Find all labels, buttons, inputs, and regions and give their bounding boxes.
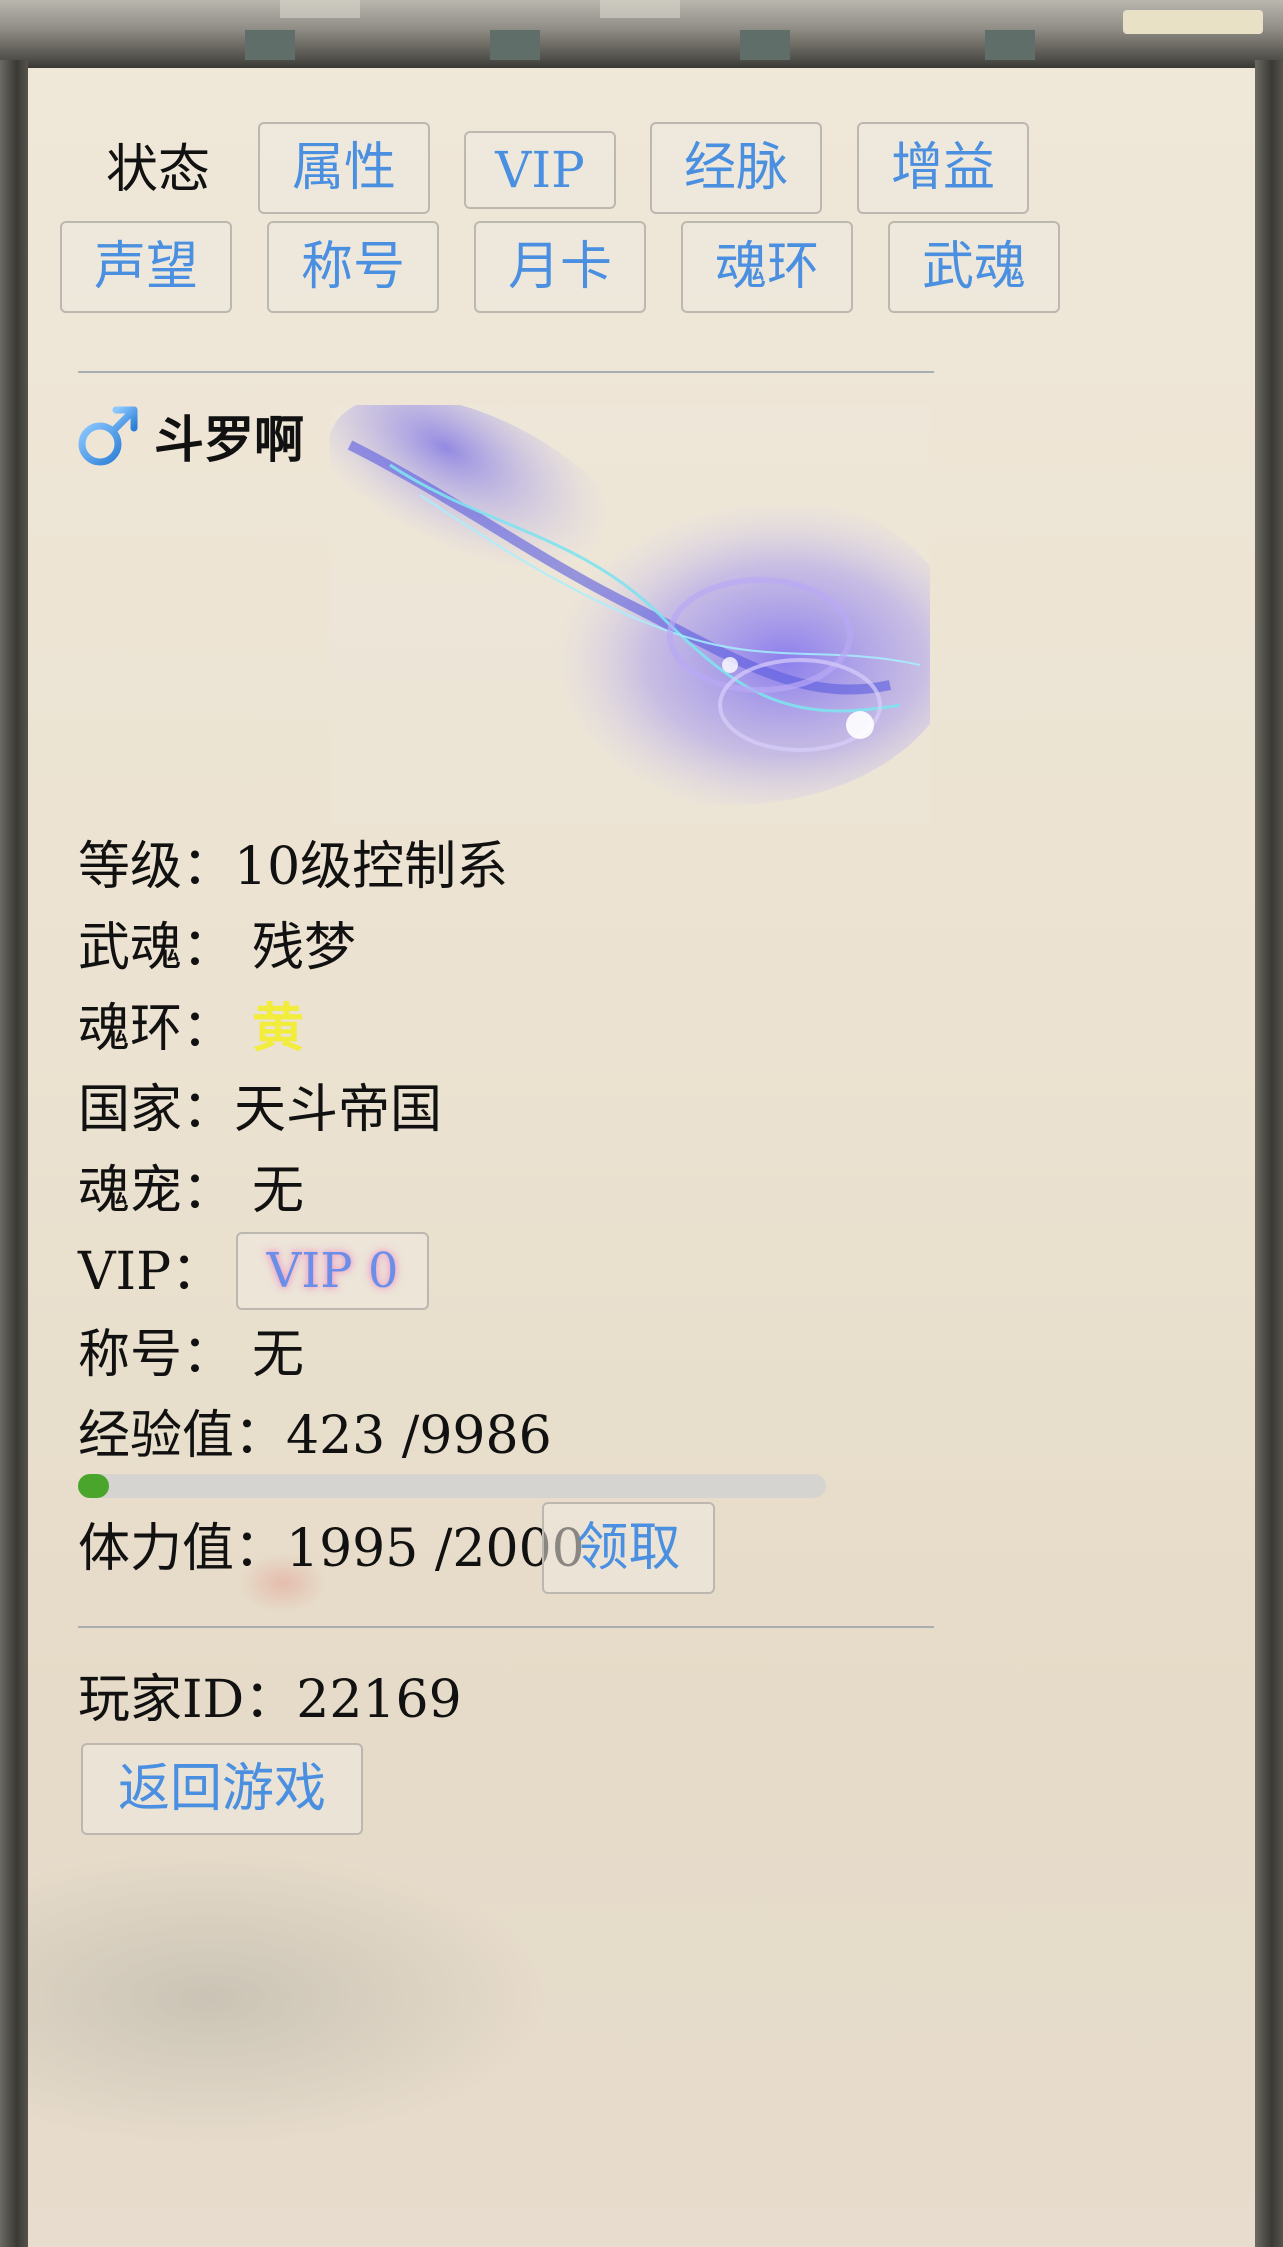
exp-row: 经验值：423 /9986 — [78, 1406, 552, 1466]
player-id-value: 22169 — [296, 1670, 462, 1730]
stamina-value: 1995 /2000 — [286, 1519, 585, 1579]
title-value: 无 — [252, 1325, 305, 1385]
player-id-row: 玩家ID：22169 — [78, 1670, 462, 1730]
vip-label: VIP： — [78, 1242, 224, 1302]
soul-ring-value: 黄 — [252, 998, 305, 1059]
soul-ring-label: 魂环： — [78, 999, 235, 1059]
tab-martial-soul[interactable]: 武魂 — [888, 221, 1060, 313]
player-id-label: 玩家ID： — [78, 1670, 297, 1730]
stamina-label: 体力值： — [78, 1519, 287, 1579]
title-row: 称号： 无 — [78, 1325, 304, 1385]
martial-soul-value: 残梦 — [252, 918, 357, 978]
male-icon — [78, 406, 138, 466]
level-row: 等级：10级控制系 — [78, 837, 508, 897]
tab-buffs[interactable]: 增益 — [857, 122, 1029, 214]
left-frame — [0, 60, 28, 2247]
claim-stamina-button[interactable]: 领取 — [542, 1502, 715, 1594]
status-tab-label[interactable]: 状态 — [106, 140, 210, 200]
tab-attributes[interactable]: 属性 — [258, 122, 430, 214]
exp-label: 经验值： — [78, 1406, 287, 1466]
divider — [78, 1626, 934, 1628]
nation-label: 国家： — [78, 1080, 235, 1140]
tab-meridians[interactable]: 经脉 — [650, 122, 822, 214]
tab-titles[interactable]: 称号 — [267, 221, 439, 313]
tab-reputation[interactable]: 声望 — [60, 221, 232, 313]
title-label: 称号： — [78, 1325, 235, 1385]
return-to-game-button[interactable]: 返回游戏 — [81, 1743, 363, 1835]
tab-vip[interactable]: VIP — [464, 131, 616, 209]
exp-value: 423 /9986 — [286, 1406, 552, 1466]
martial-soul-effect-image — [330, 405, 930, 825]
scroll-end-ornament — [1123, 10, 1263, 34]
nation-value: 天斗帝国 — [234, 1080, 443, 1140]
pet-label: 魂宠： — [78, 1161, 235, 1221]
vip-level-badge[interactable]: VIP 0 — [236, 1232, 429, 1310]
frame-ornament — [280, 0, 360, 18]
soul-ring-row: 魂环： 黄 — [78, 998, 305, 1060]
frame-tab — [740, 30, 790, 60]
top-frame — [0, 0, 1283, 72]
tab-soul-rings[interactable]: 魂环 — [681, 221, 853, 313]
panel — [28, 68, 1255, 2247]
frame-tab — [985, 30, 1035, 60]
nation-row: 国家：天斗帝国 — [78, 1080, 442, 1140]
martial-soul-row: 武魂： 残梦 — [78, 918, 356, 978]
pet-value: 无 — [252, 1161, 305, 1221]
frame-ornament — [600, 0, 680, 18]
divider — [78, 371, 934, 373]
stamina-row: 体力值：1995 /2000 — [78, 1519, 585, 1579]
right-frame — [1255, 60, 1283, 2247]
background-landscape — [28, 1848, 548, 2148]
frame-tab — [490, 30, 540, 60]
exp-progress-bar — [78, 1474, 826, 1498]
frame-tab — [245, 30, 295, 60]
martial-soul-label: 武魂： — [78, 918, 235, 978]
exp-progress-fill — [78, 1474, 110, 1498]
pet-row: 魂宠： 无 — [78, 1161, 304, 1221]
tab-monthly-card[interactable]: 月卡 — [474, 221, 646, 313]
level-label: 等级： — [78, 837, 235, 897]
level-value: 10级控制系 — [234, 837, 509, 897]
player-name: 斗罗啊 — [154, 411, 304, 469]
